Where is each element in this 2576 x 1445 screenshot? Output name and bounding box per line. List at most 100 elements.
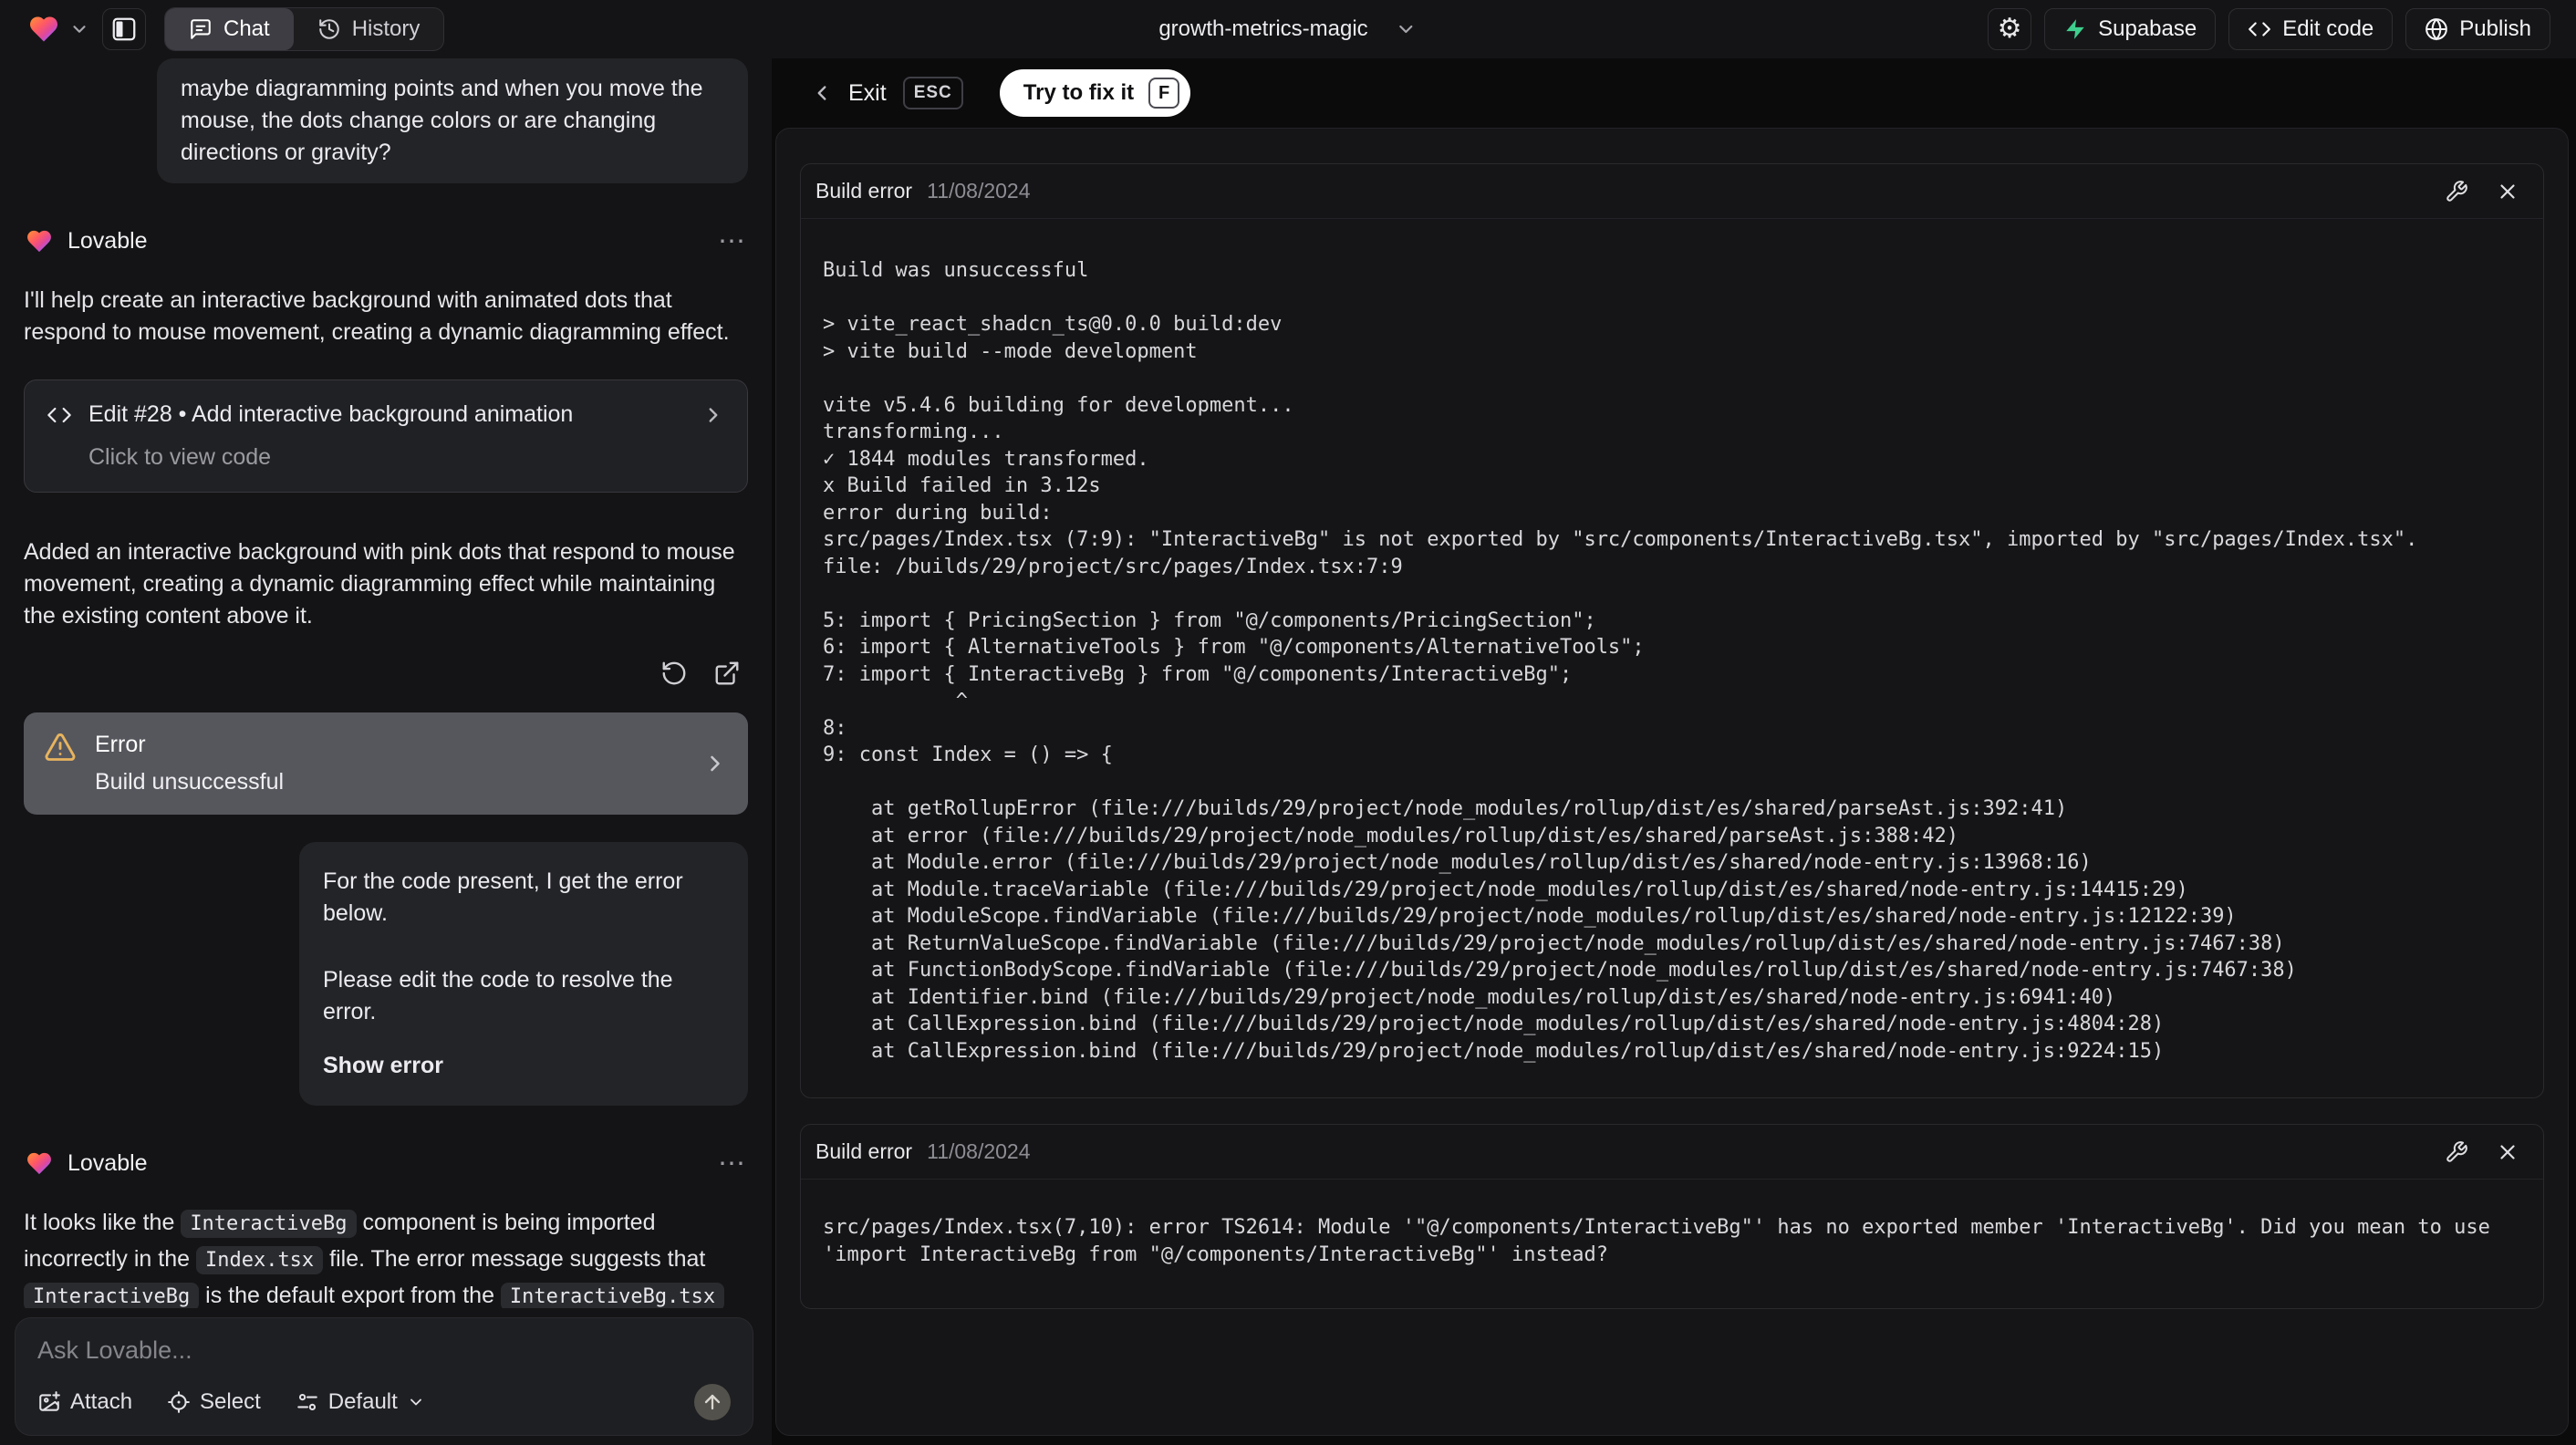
retry-button[interactable] [660, 660, 688, 687]
inline-code: Index.tsx [195, 1246, 324, 1274]
build-error-date: 11/08/2024 [927, 1139, 1031, 1163]
model-select[interactable]: Default [296, 1389, 425, 1415]
fix-wrench-button[interactable] [2445, 1140, 2468, 1164]
code-icon [47, 402, 72, 428]
project-switcher[interactable]: growth-metrics-magic [1158, 0, 1417, 58]
assistant-header: Lovable ⋯ [24, 225, 748, 257]
wrench-icon [2445, 180, 2468, 203]
text-segment: file. The error message suggests that [323, 1246, 706, 1272]
build-error-header: Build error 11/08/2024 [801, 1125, 2543, 1180]
user-message-line: For the code present, I get the error be… [323, 868, 683, 926]
lovable-heart-icon [24, 227, 55, 255]
build-error-log: src/pages/Index.tsx(7,10): error TS2614:… [823, 1216, 2503, 1266]
gear-icon: ⚙ [1997, 14, 2022, 44]
build-error-card-2: Build error 11/08/2024 src/pages/Index.t… [800, 1124, 2544, 1309]
message-menu-button[interactable]: ⋯ [718, 1149, 748, 1178]
lovable-heart-icon [26, 13, 62, 46]
chevron-down-icon [69, 19, 89, 39]
publish-label: Publish [2459, 16, 2531, 41]
edit-28-row: Edit #28 • Add interactive background an… [47, 399, 725, 431]
image-plus-icon [37, 1390, 61, 1414]
exit-button[interactable]: Exit [810, 80, 887, 107]
sliders-icon [296, 1390, 319, 1414]
target-icon [167, 1390, 191, 1414]
view-tabs: Chat History [164, 7, 445, 51]
f-keycap: F [1148, 78, 1180, 109]
message-menu-button[interactable]: ⋯ [718, 227, 748, 255]
error-panel-region: Exit ESC Try to fix it F Build error 11/… [772, 58, 2576, 1445]
tab-history[interactable]: History [294, 8, 444, 50]
chevron-left-icon [810, 81, 834, 105]
topbar: Chat History growth-metrics-magic ⚙ Supa… [0, 0, 2576, 58]
tab-history-label: History [351, 16, 421, 41]
chat-messages: maybe diagramming points and when you mo… [0, 58, 772, 1308]
panel-left-icon [110, 16, 138, 43]
chevron-down-icon [1396, 18, 1418, 40]
supabase-label: Supabase [2098, 16, 2197, 41]
wrench-icon [2445, 1140, 2468, 1164]
build-error-title: Build error [815, 1139, 913, 1163]
topbar-right: ⚙ Supabase Edit code Publish [1988, 8, 2550, 50]
open-external-button[interactable] [713, 660, 741, 687]
edit-28-subtitle: Click to view code [88, 444, 272, 470]
message-actions [24, 660, 741, 687]
chat-sidebar: maybe diagramming points and when you mo… [0, 58, 772, 1445]
chat-bubble-icon [189, 17, 213, 41]
try-to-fix-label: Try to fix it [1023, 80, 1135, 105]
settings-button[interactable]: ⚙ [1988, 8, 2032, 50]
chevron-right-icon [702, 751, 728, 776]
fix-mode-header: Exit ESC Try to fix it F [772, 58, 2576, 128]
error-banner-title: Error [95, 732, 146, 757]
build-error-tools [2445, 1140, 2519, 1164]
assistant-header: Lovable ⋯ [24, 1148, 748, 1180]
code-icon [2248, 17, 2271, 41]
supabase-button[interactable]: Supabase [2044, 8, 2217, 50]
select-button[interactable]: Select [167, 1389, 261, 1415]
build-error-log: Build was unsuccessful > vite_react_shad… [823, 259, 2418, 1063]
chevron-down-icon [407, 1393, 425, 1411]
error-banner-subtitle: Build unsuccessful [95, 769, 285, 795]
show-error-link[interactable]: Show error [323, 1050, 724, 1082]
attach-button[interactable]: Attach [37, 1389, 132, 1415]
main-split: maybe diagramming points and when you mo… [0, 58, 2576, 1445]
composer-actions: Attach Select Default [37, 1384, 731, 1420]
assistant-fix-paragraph: It looks like the InteractiveBg componen… [24, 1205, 748, 1308]
inline-code: InteractiveBg [24, 1283, 200, 1308]
edit-code-button[interactable]: Edit code [2228, 8, 2394, 50]
close-button[interactable] [2496, 1140, 2519, 1164]
history-icon [317, 17, 341, 41]
close-button[interactable] [2496, 180, 2519, 203]
chevron-right-icon [701, 403, 725, 427]
chat-composer: Attach Select [15, 1317, 753, 1436]
arrow-up-icon [701, 1391, 723, 1413]
tab-chat[interactable]: Chat [165, 8, 294, 50]
error-banner[interactable]: Error Build unsuccessful [24, 712, 748, 815]
lovable-logo-menu[interactable] [26, 13, 89, 46]
text-segment: It looks like the [24, 1210, 182, 1235]
build-error-header: Build error 11/08/2024 [801, 164, 2543, 219]
fix-wrench-button[interactable] [2445, 180, 2468, 203]
app-root: Chat History growth-metrics-magic ⚙ Supa… [0, 0, 2576, 1445]
globe-icon [2425, 17, 2448, 41]
text-segment: is the default export from the [199, 1283, 501, 1308]
assistant-name: Lovable [68, 228, 148, 254]
close-icon [2496, 180, 2519, 203]
build-error-card-1: Build error 11/08/2024 Build was unsucce… [800, 163, 2544, 1098]
warning-triangle-icon [44, 731, 95, 764]
sidebar-toggle-button[interactable] [102, 8, 146, 50]
tab-chat-label: Chat [223, 16, 270, 41]
select-label: Select [200, 1389, 261, 1414]
send-button[interactable] [694, 1384, 731, 1420]
try-to-fix-button[interactable]: Try to fix it F [999, 69, 1191, 117]
chat-input[interactable] [37, 1336, 731, 1365]
edit-28-card[interactable]: Edit #28 • Add interactive background an… [24, 379, 748, 493]
build-errors-panel: Build error 11/08/2024 Build was unsucce… [775, 128, 2569, 1436]
topbar-left: Chat History [26, 7, 445, 51]
assistant-intro: I'll help create an interactive backgrou… [24, 287, 730, 345]
esc-keycap: ESC [902, 77, 963, 109]
close-icon [2496, 1140, 2519, 1164]
refresh-icon [660, 660, 688, 687]
edit-code-label: Edit code [2282, 16, 2374, 41]
publish-button[interactable]: Publish [2405, 8, 2550, 50]
build-error-tools [2445, 180, 2519, 203]
